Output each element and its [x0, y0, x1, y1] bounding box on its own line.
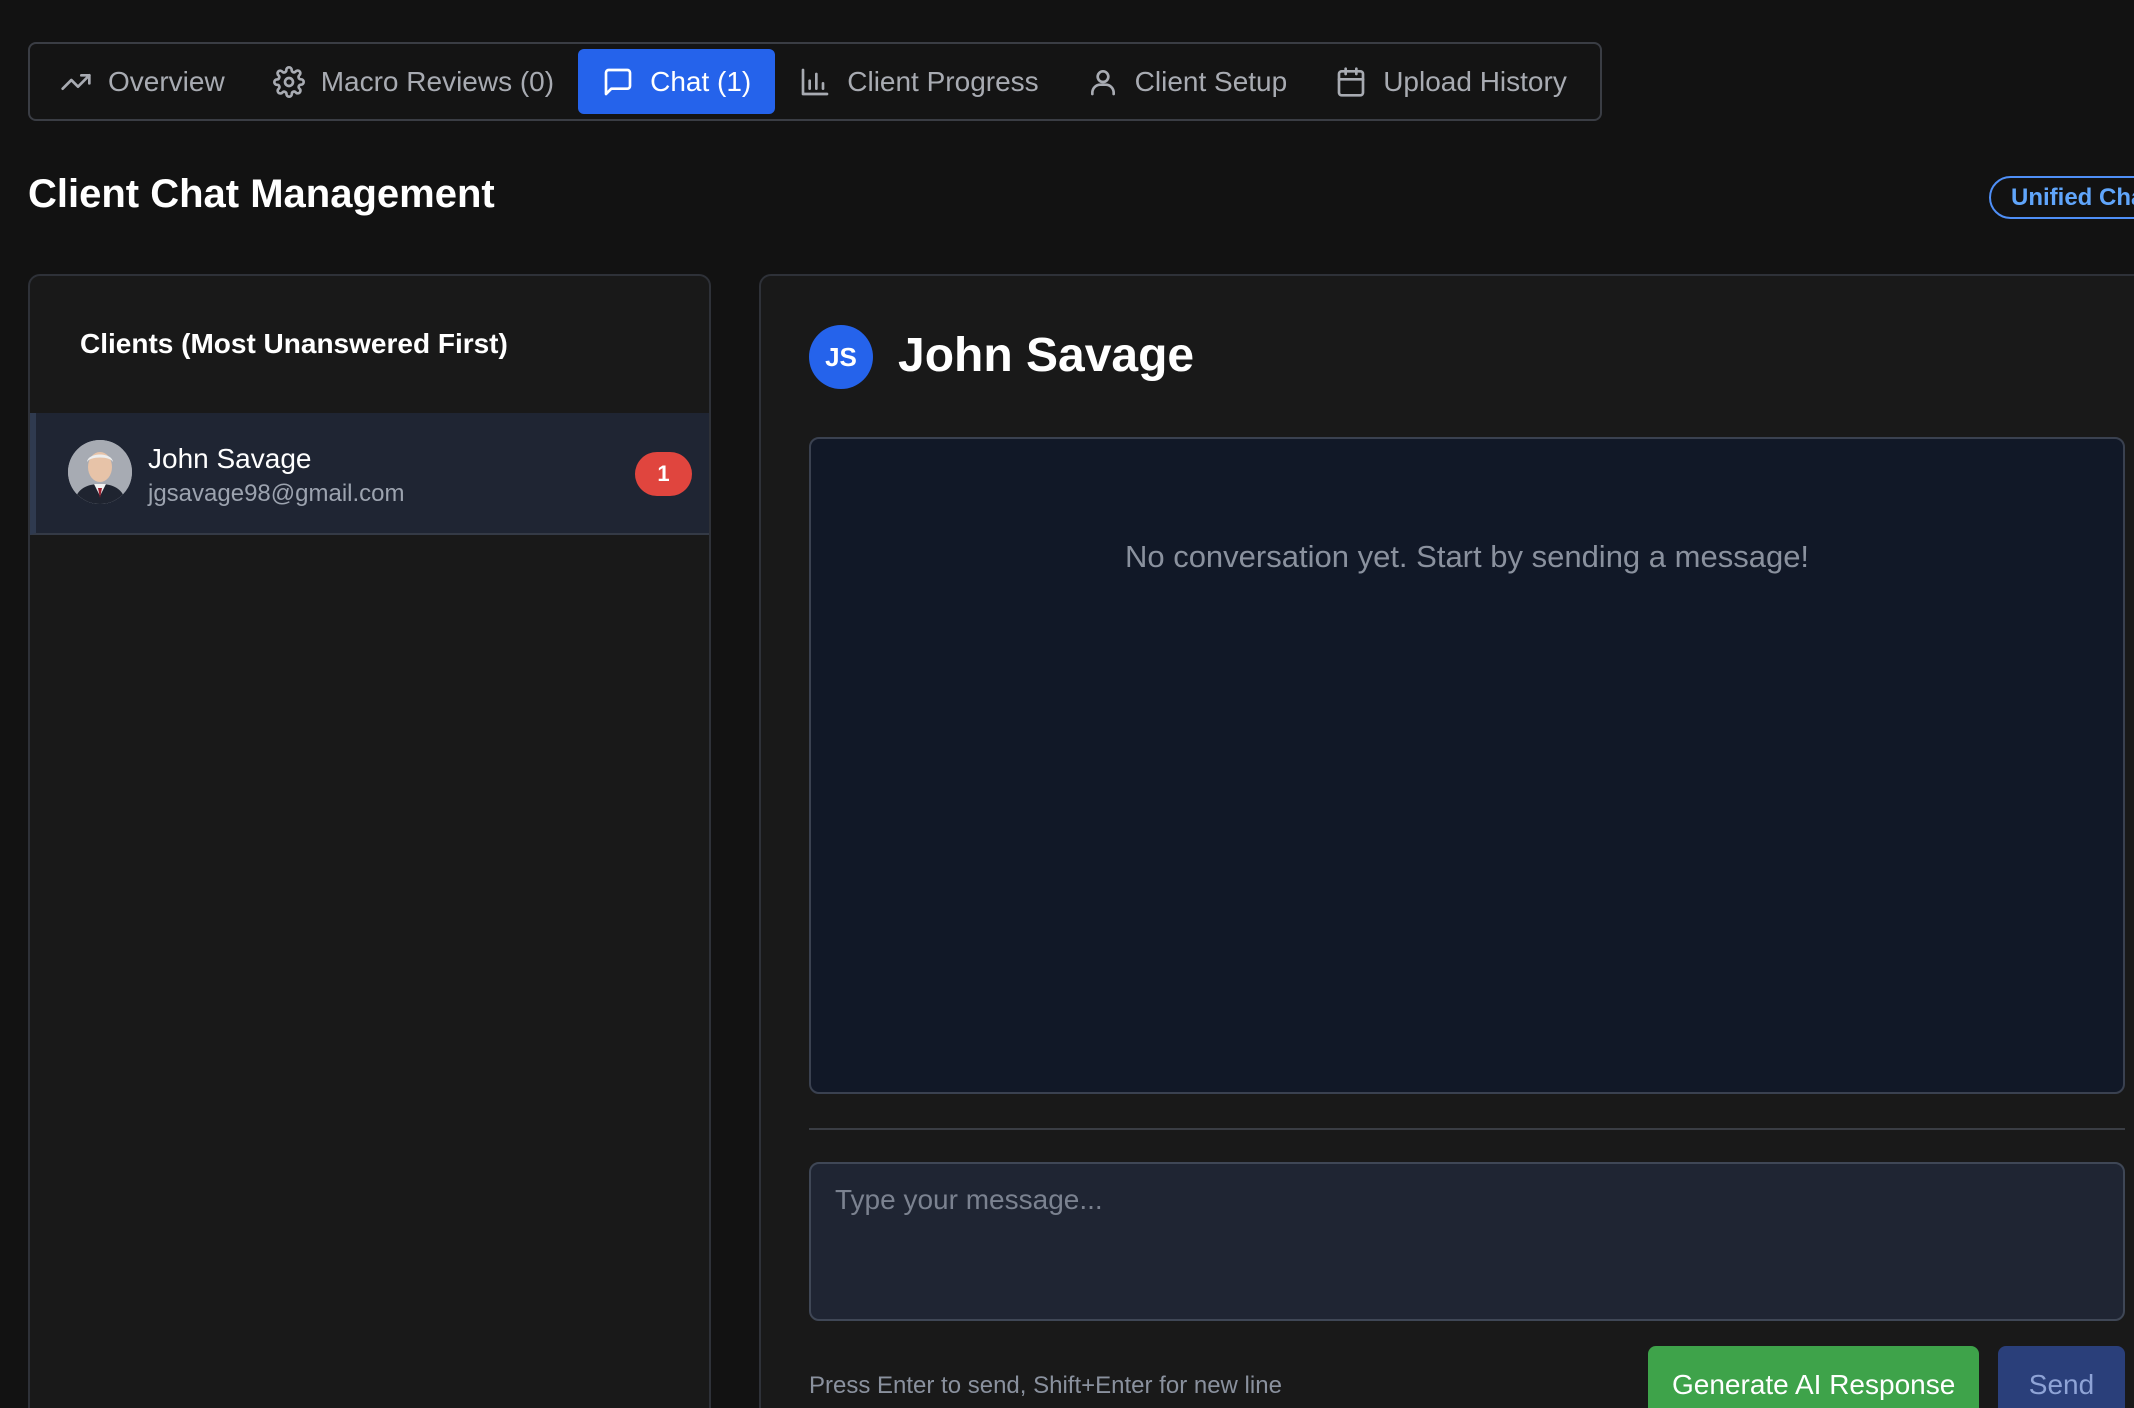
send-button[interactable]: Send	[1998, 1346, 2125, 1408]
tab-upload-history[interactable]: Upload History	[1311, 49, 1591, 114]
conversation-area[interactable]: No conversation yet. Start by sending a …	[809, 437, 2125, 1094]
chat-bubble-icon	[604, 68, 632, 95]
bar-chart-icon	[801, 68, 829, 95]
generate-ai-response-button[interactable]: Generate AI Response	[1648, 1346, 1980, 1408]
client-list-title: Clients (Most Unanswered First)	[80, 328, 508, 359]
calendar-icon	[1337, 66, 1365, 97]
user-icon	[1090, 69, 1115, 95]
tab-label: Chat (1)	[650, 65, 752, 97]
tab-chat[interactable]: Chat (1)	[578, 49, 776, 114]
chat-panel: JS John Savage No conversation yet. Star…	[759, 274, 2134, 1408]
tab-macro-reviews[interactable]: Macro Reviews (0)	[249, 49, 578, 114]
client-name: John Savage	[148, 443, 312, 474]
tab-client-setup[interactable]: Client Setup	[1063, 49, 1312, 114]
client-email: jgsavage98@gmail.com	[148, 480, 405, 507]
send-hint: Press Enter to send, Shift+Enter for new…	[809, 1372, 1282, 1399]
tab-overview[interactable]: Overview	[36, 49, 249, 114]
avatar: JS	[809, 325, 873, 389]
app-page: Overview Macro Reviews (0) Chat (1) Clie…	[0, 0, 2134, 1408]
empty-conversation-message: No conversation yet. Start by sending a …	[1124, 539, 1810, 574]
page-title: Client Chat Management	[28, 172, 495, 216]
tab-bar: Overview Macro Reviews (0) Chat (1) Clie…	[28, 42, 1602, 121]
tab-label: Overview	[108, 65, 225, 97]
gear-icon	[272, 65, 305, 98]
tab-label: Macro Reviews (0)	[320, 65, 555, 97]
chat-client-name: John Savage	[898, 329, 1195, 382]
message-input[interactable]	[809, 1162, 2125, 1321]
trending-up-icon	[61, 73, 91, 90]
client-list-item[interactable]: John Savage jgsavage98@gmail.com 1	[30, 413, 709, 535]
tab-client-progress[interactable]: Client Progress	[775, 49, 1062, 114]
client-list-panel: Clients (Most Unanswered First) John Sav…	[28, 274, 711, 1408]
tab-label: Client Progress	[847, 65, 1039, 97]
divider	[809, 1128, 2125, 1130]
unread-count-badge: 1	[635, 452, 692, 496]
tab-label: Client Setup	[1134, 65, 1288, 97]
tab-label: Upload History	[1383, 65, 1567, 97]
client-photo-icon	[68, 440, 132, 504]
unified-chat-badge: Unified Cha	[1989, 176, 2134, 219]
avatar	[68, 440, 132, 504]
